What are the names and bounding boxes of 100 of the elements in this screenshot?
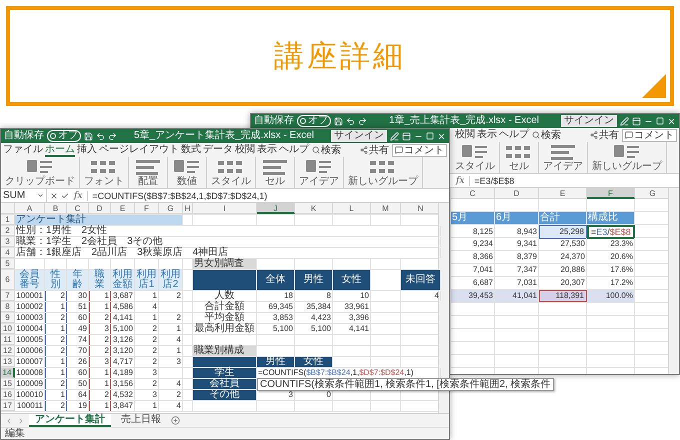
row-header[interactable]: 11 [1, 335, 15, 345]
autosave-toggle[interactable]: オフ [47, 130, 81, 142]
sign-in-button[interactable]: サインイン [331, 130, 387, 142]
row-header[interactable]: 5 [1, 259, 15, 269]
ribbon-display-icon[interactable] [632, 116, 641, 126]
column-header[interactable]: D [495, 188, 539, 199]
add-sheet-icon[interactable] [171, 416, 180, 425]
ribbon-tab[interactable]: 数式 [181, 144, 201, 156]
column-header[interactable]: D [89, 203, 111, 214]
share-button[interactable]: 共有 [359, 144, 390, 156]
row-header[interactable]: 8 [1, 302, 15, 312]
column-header[interactable]: A [15, 203, 45, 214]
maximize-icon[interactable] [656, 117, 664, 125]
column-header[interactable]: N [401, 203, 441, 214]
column-header[interactable]: E [539, 188, 587, 199]
table-cell: 100003 [15, 313, 45, 323]
editing-cell[interactable]: =E3/$E$8 [587, 225, 635, 239]
ribbon-tab[interactable]: データ [203, 144, 233, 156]
row-header[interactable]: 1 [1, 215, 15, 225]
ribbon-tab[interactable]: 表示 [477, 128, 497, 142]
caret-icon[interactable] [37, 192, 44, 199]
row-header[interactable]: 9 [1, 313, 15, 323]
sign-in-button[interactable]: サインイン [561, 115, 617, 127]
close-icon[interactable] [437, 132, 446, 140]
column-header[interactable]: J [257, 203, 295, 214]
ribbon-tab[interactable]: 挿入 [77, 144, 97, 156]
insert-function-button[interactable]: fx [72, 190, 84, 200]
ribbon-tab[interactable]: ヘルプ [279, 144, 309, 156]
table-cell: 20,307 [539, 277, 587, 289]
table-cell: 2 [135, 346, 159, 356]
save-icon[interactable] [334, 116, 343, 126]
ribbon-group-label: スタイル [455, 161, 495, 172]
column-header[interactable]: H [183, 203, 193, 214]
table-cell: 8,366 [451, 251, 495, 263]
column-header[interactable]: G [159, 203, 183, 214]
row-header[interactable]: 3 [1, 237, 15, 247]
ribbon-tab[interactable]: 表示 [257, 144, 277, 156]
enter-icon[interactable] [61, 192, 69, 200]
table-cell: 51 [67, 302, 89, 312]
column-header[interactable]: M [371, 203, 401, 214]
ribbon-tab[interactable]: 校閲 [455, 128, 475, 142]
row-header[interactable]: 12 [1, 346, 15, 356]
pen-icon[interactable] [620, 116, 629, 126]
formula-field[interactable]: =COUNTIFS($B$7:$B$24,1,$D$7:$D$24,1) [87, 190, 449, 200]
ribbon-group-label: フォント [84, 176, 124, 187]
insert-function-button[interactable]: fx [454, 176, 466, 186]
row-header[interactable]: 6 [1, 270, 15, 290]
row-header[interactable]: 15 [1, 379, 15, 389]
table-cell: 4,423 [295, 313, 333, 323]
autosave-toggle[interactable]: オフ [297, 115, 331, 127]
row-header[interactable]: 14 [1, 368, 15, 378]
column-header[interactable]: F [587, 188, 635, 199]
sheet-tab[interactable]: アンケート集計 [29, 414, 111, 427]
ribbon-tools-drawing [460, 143, 490, 161]
ribbon-tab[interactable]: ヘルプ [499, 128, 529, 142]
table-cell: 1 [135, 401, 159, 411]
chevron-right-icon[interactable] [17, 416, 25, 424]
column-header[interactable]: I [193, 203, 257, 214]
search-button[interactable]: 検索 [531, 130, 562, 140]
row-header[interactable]: 13 [1, 357, 15, 367]
row-header[interactable]: 10 [1, 324, 15, 334]
maximize-icon[interactable] [426, 132, 434, 140]
ribbon-tab[interactable]: 校閲 [235, 144, 255, 156]
row-header[interactable]: 4 [1, 248, 15, 258]
ribbon-tab[interactable]: ファイル [3, 144, 43, 156]
row-header[interactable]: 17 [1, 401, 15, 411]
ribbon-tab[interactable]: ページレイアウト [99, 144, 179, 156]
row-header[interactable]: 7 [1, 291, 15, 301]
sheet-tab[interactable]: 売上日報 [115, 414, 167, 427]
search-button[interactable]: 検索 [311, 144, 342, 156]
redo-icon[interactable] [358, 116, 367, 126]
close-icon[interactable] [667, 116, 676, 126]
chevron-left-icon[interactable] [5, 416, 13, 424]
cell-text: 店舗：1銀座店 2品川店 3秋葉原店 4神田店 [16, 248, 228, 258]
row-header[interactable]: 2 [1, 226, 15, 236]
column-header[interactable]: E [111, 203, 135, 214]
undo-icon[interactable] [346, 116, 355, 126]
pen-icon[interactable] [390, 132, 399, 140]
table-cell: 3 [135, 368, 159, 378]
ribbon-group-label: クリップボード [5, 176, 75, 187]
column-header[interactable]: C [451, 188, 495, 199]
row-header[interactable]: 16 [1, 390, 15, 400]
formula-field[interactable]: =E3/$E$8 [469, 176, 679, 186]
column-header[interactable]: B [45, 203, 67, 214]
column-header[interactable]: G [635, 188, 671, 199]
save-icon[interactable] [84, 132, 93, 140]
comment-button[interactable]: コメント [392, 144, 447, 156]
undo-icon[interactable] [96, 132, 105, 140]
redo-icon[interactable] [108, 132, 117, 140]
share-button[interactable]: 共有 [589, 130, 620, 140]
column-header[interactable]: L [333, 203, 371, 214]
name-box[interactable]: SUM [1, 189, 47, 202]
column-header[interactable]: C [67, 203, 89, 214]
column-header[interactable]: F [135, 203, 159, 214]
column-header[interactable]: K [295, 203, 333, 214]
table-cell: 4,586 [111, 302, 135, 312]
cancel-icon[interactable] [50, 192, 58, 200]
comment-button[interactable]: コメント [622, 128, 677, 142]
function-tooltip: COUNTIFS(検索条件範囲1, 検索条件1, [検索条件範囲2, 検索条件 [257, 378, 554, 391]
ribbon-display-icon[interactable] [402, 132, 411, 140]
